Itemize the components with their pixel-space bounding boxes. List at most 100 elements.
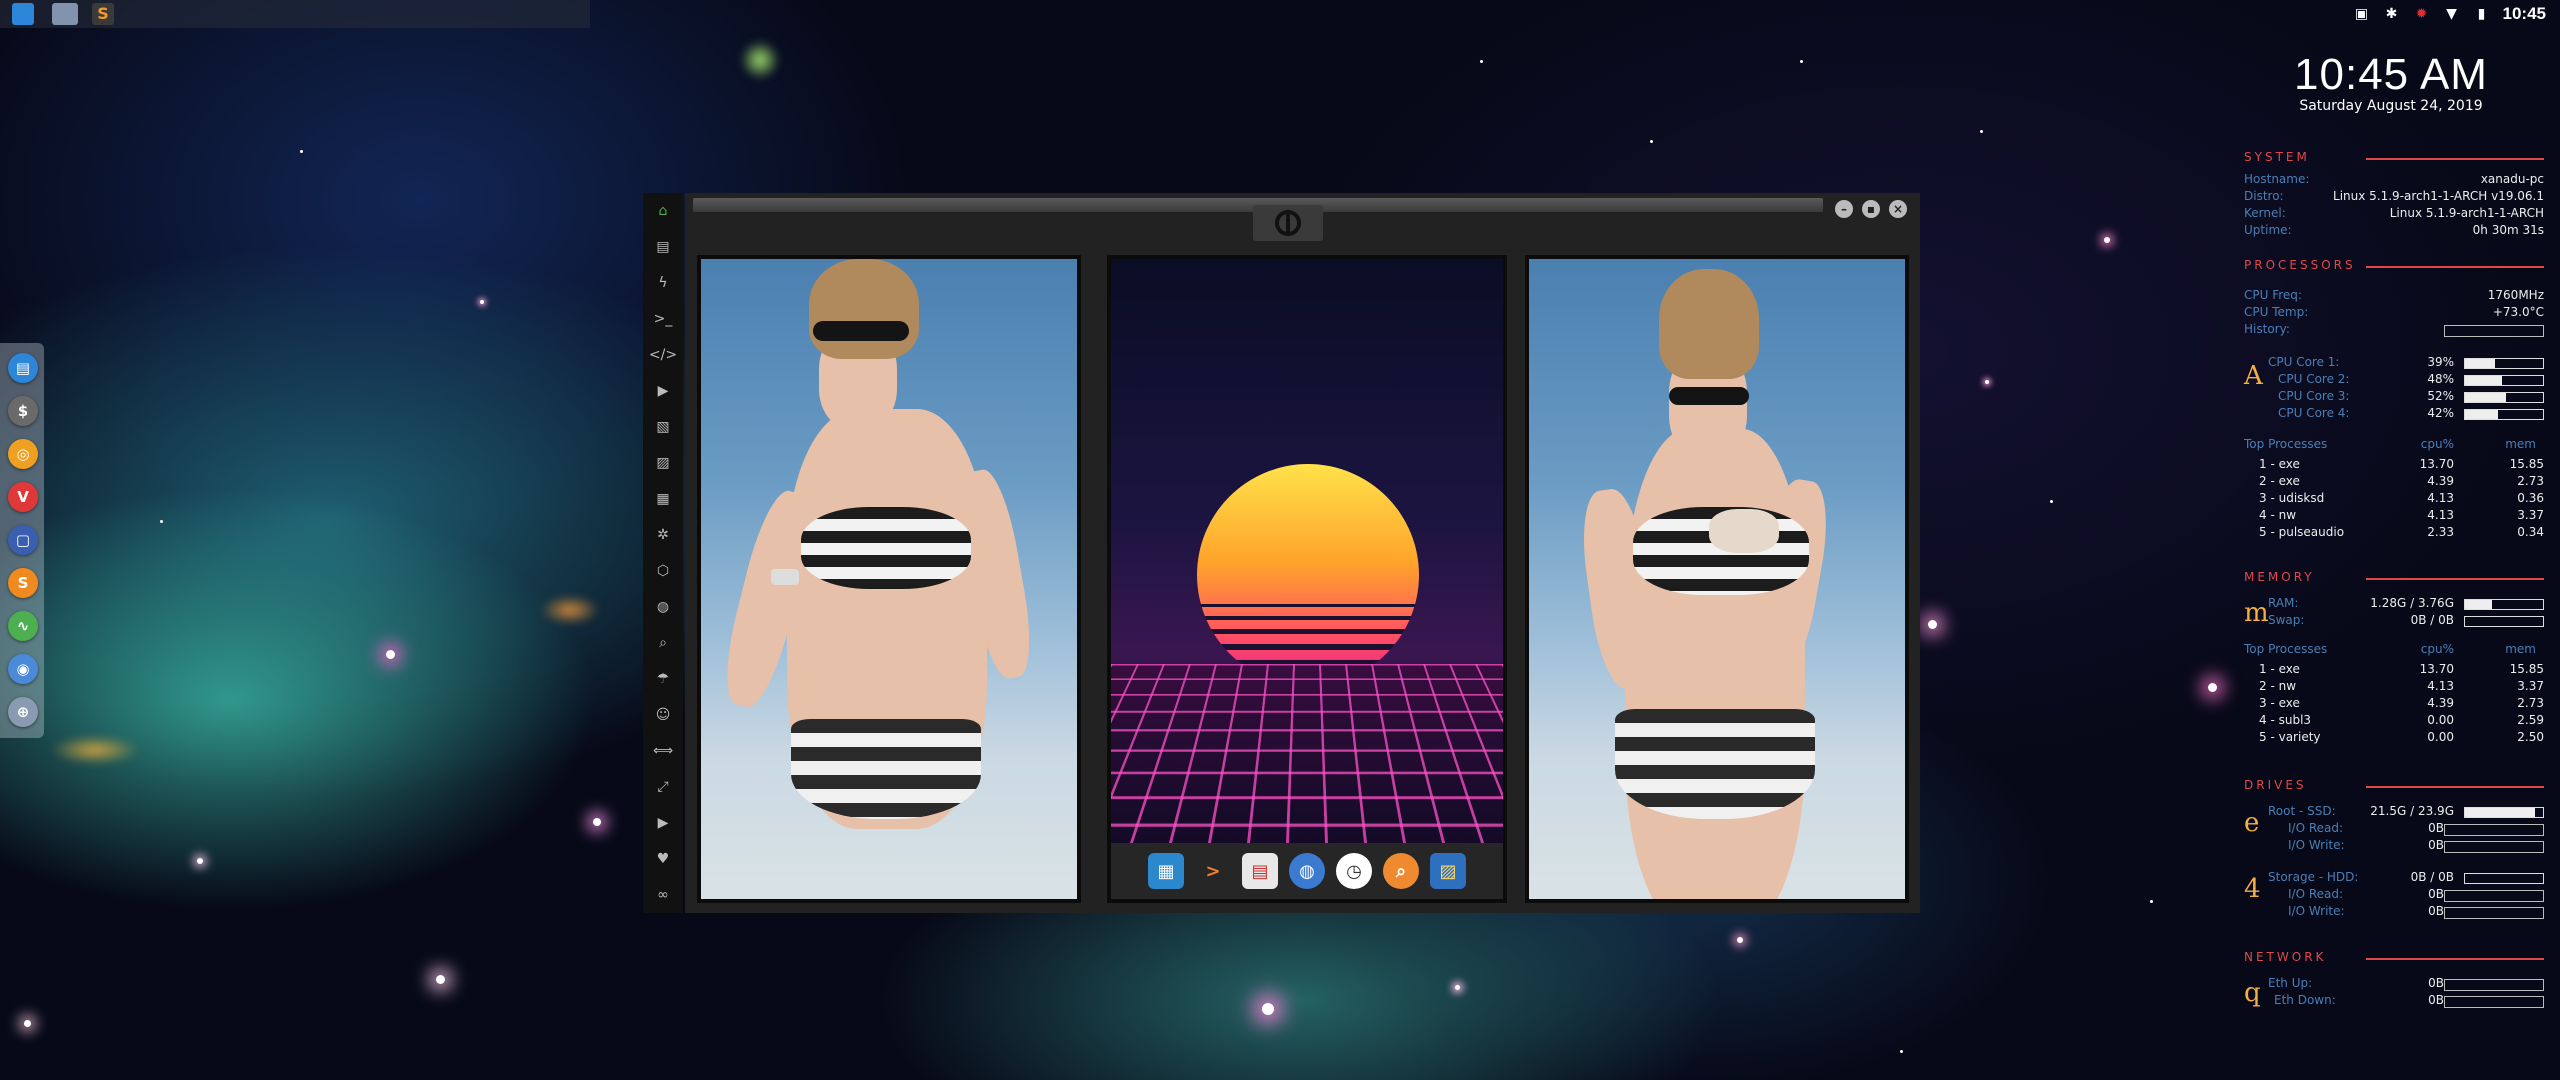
cpu-glyph: A <box>2244 361 2263 391</box>
battery-icon[interactable]: ▮ <box>2473 5 2491 23</box>
process-mem: 15.85 <box>2509 662 2544 676</box>
cpu-temp-value: +73.0°C <box>2492 305 2544 319</box>
tray-clock[interactable]: 10:45 <box>2503 4 2546 24</box>
star <box>1800 60 1803 63</box>
play-icon[interactable]: ▶ <box>653 381 673 401</box>
star <box>300 150 303 153</box>
uptime-value: 0h 30m 31s <box>2472 223 2544 237</box>
star <box>1262 1003 1274 1015</box>
home-icon[interactable]: ⌂ <box>653 201 673 221</box>
umbrella-icon[interactable]: ☂ <box>653 669 673 689</box>
io-read-label: I/O Read: <box>2288 887 2344 901</box>
expand-icon[interactable]: ⤢ <box>653 777 673 797</box>
ram-label: RAM: <box>2268 596 2299 610</box>
desktop-switcher-icon[interactable] <box>52 3 78 25</box>
section-title: SYSTEM <box>2244 150 2544 166</box>
memory-glyph: m <box>2244 598 2269 628</box>
cpu-core-label: CPU Core 4: <box>2278 406 2350 420</box>
files-icon[interactable]: ▤ <box>8 353 38 383</box>
document-icon[interactable]: ▤ <box>653 237 673 257</box>
terminal-icon[interactable]: >_ <box>653 309 673 329</box>
section-title: DRIVES <box>2244 778 2544 794</box>
globe-icon[interactable]: ◍ <box>653 597 673 617</box>
wifi-icon[interactable]: ▼ <box>2443 5 2461 23</box>
infinity-icon[interactable]: ∞ <box>653 885 673 905</box>
window-sidebar: ⌂ ▤ ϟ >_ </> ▶ ▧ ▨ ▦ ✲ ⬡ ◍ ⌕ ☂ ☺ ⟺ ⤢ ▶ ♥… <box>643 193 683 913</box>
chrome-icon[interactable]: ◉ <box>8 654 38 684</box>
cpu-core-value: 52% <box>2427 389 2454 403</box>
cpu-core-label: CPU Core 3: <box>2278 389 2350 403</box>
lifebuoy-icon[interactable]: ◎ <box>8 439 38 469</box>
top-panel: S <box>0 0 590 28</box>
section-title: NETWORK <box>2244 950 2544 966</box>
kernel-value: Linux 5.1.9-arch1-1-ARCH <box>2389 206 2544 220</box>
process-cpu: 0.00 <box>2427 713 2454 727</box>
sublime-icon[interactable]: S <box>8 568 38 598</box>
rebel-alliance-logo-icon[interactable] <box>1253 205 1323 241</box>
network-section: NETWORK q Eth Up: 0B Eth Down: 0B <box>2244 950 2544 1020</box>
process-mem: 3.37 <box>2517 679 2544 693</box>
image-icon[interactable]: ▨ <box>653 453 673 473</box>
conky-clock: 10:45 AM <box>2294 50 2488 99</box>
storage-drive-value: 0B / 0B <box>2410 870 2454 884</box>
mem-col-header: mem <box>2505 437 2536 451</box>
process-name: 2 - nw <box>2259 679 2297 693</box>
lightning-icon[interactable]: ϟ <box>653 273 673 293</box>
newspaper-icon[interactable]: ▦ <box>653 489 673 509</box>
terminal-app-icon[interactable]: > <box>1195 853 1231 889</box>
process-cpu: 4.13 <box>2427 508 2454 522</box>
conky-date: Saturday August 24, 2019 <box>2299 98 2483 114</box>
process-mem: 0.34 <box>2517 525 2544 539</box>
app-launcher-bar: ▦ > ▤ ◍ ◷ ⌕ ▨ <box>1111 843 1503 899</box>
sublime-text-icon[interactable]: S <box>92 3 114 25</box>
process-name: 1 - exe <box>2259 662 2300 676</box>
hexagon-icon[interactable]: ⬡ <box>653 561 673 581</box>
app-store-icon[interactable]: ▦ <box>1148 853 1184 889</box>
settings-gear-icon[interactable]: ✹ <box>2413 5 2431 23</box>
heart-icon[interactable]: ♥ <box>653 849 673 869</box>
vivaldi-icon[interactable]: V <box>8 482 38 512</box>
ram-bar <box>2464 599 2544 610</box>
cpu-temp-label: CPU Temp: <box>2244 305 2309 319</box>
network-globe-icon[interactable]: ⊕ <box>8 697 38 727</box>
section-title: PROCESSORS <box>2244 258 2544 274</box>
search-app-icon[interactable]: ⌕ <box>1383 853 1419 889</box>
arrows-icon[interactable]: ⟺ <box>653 741 673 761</box>
youtube-icon[interactable]: ▶ <box>653 813 673 833</box>
image-icon[interactable]: ▣ <box>2353 5 2371 23</box>
search-icon[interactable]: ⌕ <box>653 633 673 653</box>
screenshot-icon[interactable]: ▢ <box>8 525 38 555</box>
contact-icon[interactable]: ☺ <box>653 705 673 725</box>
cpu-core-label: CPU Core 1: <box>2268 355 2340 369</box>
close-button[interactable]: × <box>1889 200 1907 218</box>
process-name: 2 - exe <box>2259 474 2300 488</box>
star <box>480 300 484 304</box>
root-drive-value: 21.5G / 23.9G <box>2370 804 2454 818</box>
wallpaper-panel-center[interactable]: ▦ > ▤ ◍ ◷ ⌕ ▨ <box>1107 255 1507 903</box>
maximize-button[interactable]: ▪ <box>1862 200 1880 218</box>
minimize-button[interactable]: – <box>1835 200 1853 218</box>
photo-panel-left[interactable] <box>697 255 1081 903</box>
storage-drive-glyph: 4 <box>2244 874 2261 904</box>
clock-icon[interactable]: ◷ <box>1336 853 1372 889</box>
hostname-value: xanadu-pc <box>2480 172 2544 186</box>
gallery-icon[interactable]: ▧ <box>653 417 673 437</box>
activity-monitor-icon[interactable]: ∿ <box>8 611 38 641</box>
io-read-label: I/O Read: <box>2288 821 2344 835</box>
star <box>1985 380 1989 384</box>
money-icon[interactable]: $ <box>8 396 38 426</box>
code-icon[interactable]: </> <box>649 345 677 365</box>
settings-icon[interactable]: ✲ <box>653 525 673 545</box>
process-mem: 2.73 <box>2517 474 2544 488</box>
process-row: 1 - exe 13.70 15.85 <box>2244 662 2544 679</box>
root-read-graph <box>2444 824 2544 836</box>
photo-panel-right[interactable] <box>1525 255 1909 903</box>
image-viewer-icon[interactable]: ▨ <box>1430 853 1466 889</box>
calendar-icon[interactable]: ▤ <box>1242 853 1278 889</box>
storage-write-graph <box>2444 907 2544 919</box>
browser-globe-icon[interactable]: ◍ <box>1289 853 1325 889</box>
file-manager-icon[interactable] <box>12 3 34 25</box>
beach-photo-right <box>1529 259 1905 899</box>
bluetooth-icon[interactable]: ✱ <box>2383 5 2401 23</box>
process-cpu: 4.39 <box>2427 696 2454 710</box>
